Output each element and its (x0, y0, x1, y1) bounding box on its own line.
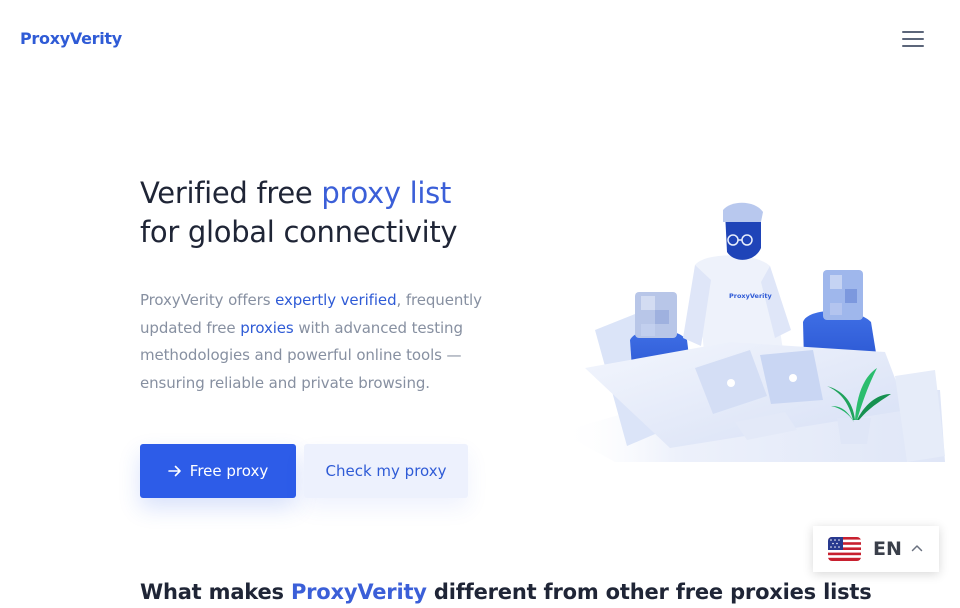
us-flag-icon (828, 537, 861, 561)
section-title-text: different from other free proxies lists (426, 580, 872, 604)
hero-title-text: Verified free (140, 176, 322, 210)
section-title-highlight: ProxyVerity (290, 580, 427, 604)
check-my-proxy-button[interactable]: Check my proxy (304, 444, 468, 498)
expertly-verified-link[interactable]: expertly verified (275, 291, 397, 309)
free-proxy-button[interactable]: Free proxy (140, 444, 296, 498)
proxies-link[interactable]: proxies (240, 319, 294, 337)
hero-title-highlight: proxy list (321, 176, 452, 210)
hero-description: ProxyVerity offers expertly verified, fr… (140, 287, 500, 397)
free-proxy-label: Free proxy (189, 462, 269, 480)
logo[interactable]: ProxyVerity (20, 29, 122, 48)
chevron-up-icon (911, 545, 923, 552)
hamburger-icon[interactable] (900, 29, 926, 51)
language-switcher[interactable]: EN (813, 526, 939, 572)
shirt-logo: ProxyVerity (729, 292, 772, 300)
site-header: ProxyVerity (0, 0, 960, 80)
language-code: EN (873, 538, 902, 560)
hero-illustration: ProxyVerity (560, 202, 945, 462)
arrow-right-icon (167, 465, 181, 477)
hero-title: Verified free proxy list for global conne… (140, 174, 560, 252)
section-title-text: What makes (140, 580, 291, 604)
hero-title-line2: for global connectivity (140, 215, 458, 249)
hero-desc-text: ProxyVerity offers (140, 291, 276, 309)
section-title: What makes ProxyVerity different from ot… (140, 576, 872, 608)
